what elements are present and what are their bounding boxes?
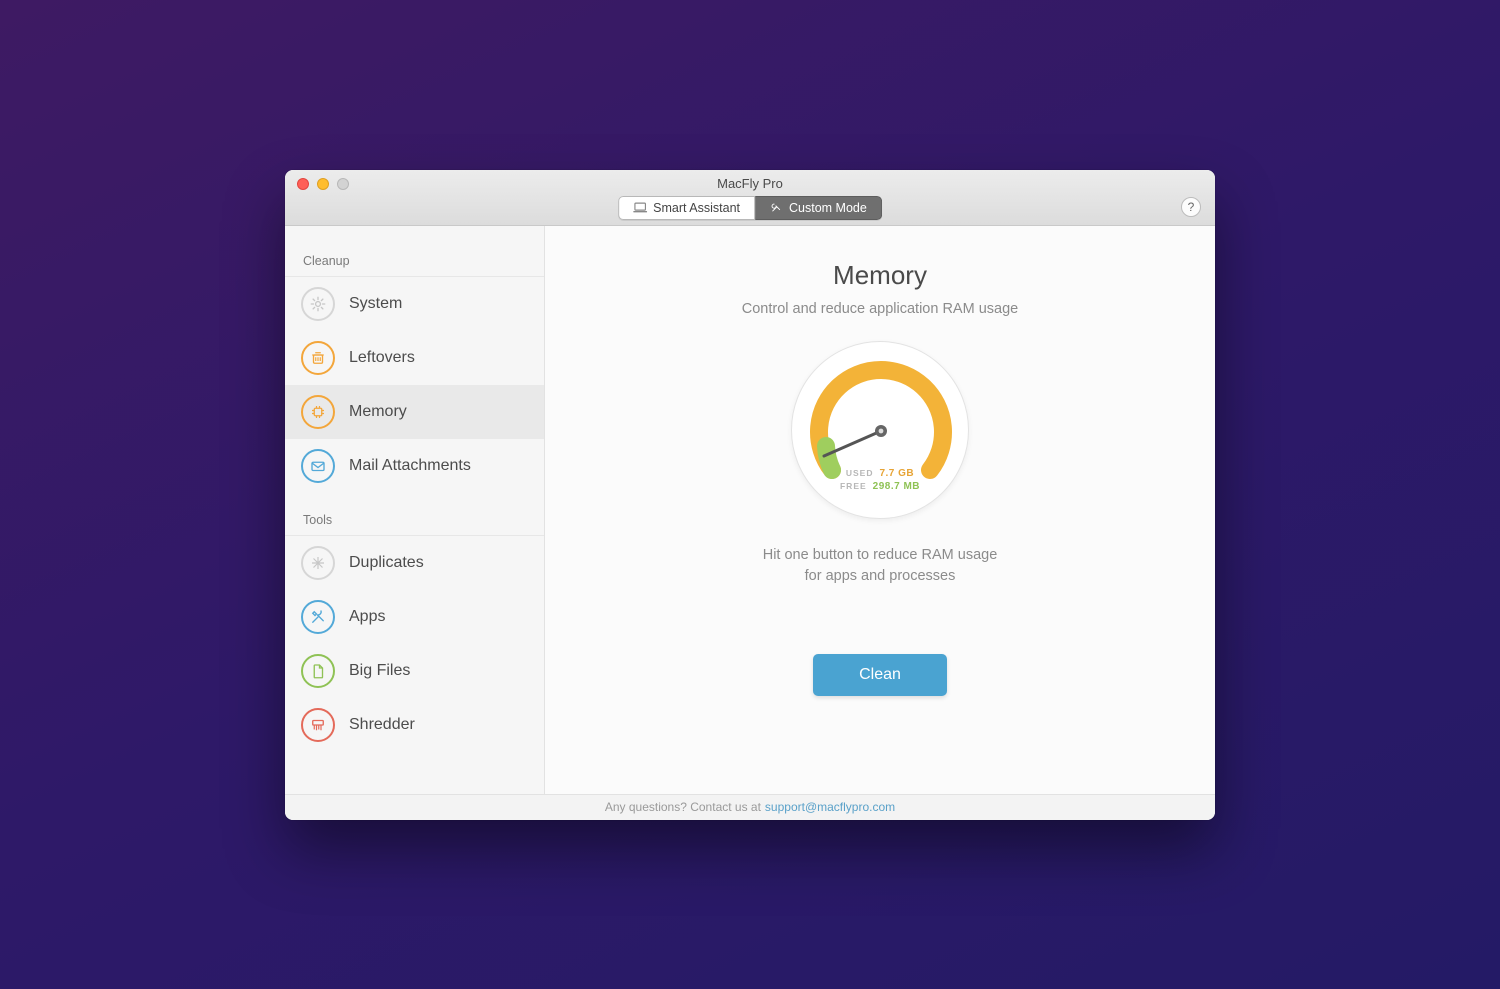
app-window: MacFly Pro Smart Assistant Custom Mode ?…	[285, 170, 1215, 820]
titlebar: MacFly Pro Smart Assistant Custom Mode ?	[285, 170, 1215, 226]
sidebar-item-label: Apps	[349, 608, 385, 626]
help-button[interactable]: ?	[1181, 197, 1201, 217]
doc-icon	[301, 654, 335, 688]
footer: Any questions? Contact us at support@mac…	[285, 794, 1215, 820]
clean-button[interactable]: Clean	[813, 654, 947, 696]
sidebar-item-memory[interactable]: Memory	[285, 385, 544, 439]
used-value: 7.7 GB	[879, 468, 914, 479]
custom-mode-tab[interactable]: Custom Mode	[755, 196, 882, 220]
sidebar-item-label: Leftovers	[349, 349, 415, 367]
sidebar-item-label: Duplicates	[349, 554, 424, 572]
custom-mode-label: Custom Mode	[789, 201, 867, 215]
instruction-line2: for apps and processes	[763, 566, 998, 588]
sidebar-item-label: Memory	[349, 403, 407, 421]
window-body: Cleanup System Leftovers Memory	[285, 226, 1215, 794]
sidebar-item-mail-attachments[interactable]: Mail Attachments	[285, 439, 544, 493]
sidebar-item-label: Shredder	[349, 716, 415, 734]
chip-icon	[301, 395, 335, 429]
tools-icon	[769, 202, 783, 213]
sidebar-item-big-files[interactable]: Big Files	[285, 644, 544, 698]
smart-assistant-tab[interactable]: Smart Assistant	[618, 196, 755, 220]
instruction-text: Hit one button to reduce RAM usage for a…	[763, 545, 998, 589]
free-label: FREE	[840, 481, 867, 492]
page-subheading: Control and reduce application RAM usage	[742, 301, 1018, 317]
trash-icon	[301, 341, 335, 375]
page-heading: Memory	[833, 260, 927, 291]
sidebar-item-label: System	[349, 295, 402, 313]
instruction-line1: Hit one button to reduce RAM usage	[763, 545, 998, 567]
sidebar-item-label: Big Files	[349, 662, 410, 680]
support-email-link[interactable]: support@macflypro.com	[765, 800, 895, 814]
laptop-icon	[633, 202, 647, 213]
gauge-arc-icon	[792, 342, 970, 520]
mode-segmented-control: Smart Assistant Custom Mode	[618, 196, 882, 220]
gear-icon	[301, 287, 335, 321]
sidebar: Cleanup System Leftovers Memory	[285, 226, 545, 794]
snow-icon	[301, 546, 335, 580]
sidebar-item-label: Mail Attachments	[349, 457, 471, 475]
shredder-icon	[301, 708, 335, 742]
tools-icon	[301, 600, 335, 634]
sidebar-item-leftovers[interactable]: Leftovers	[285, 331, 544, 385]
memory-gauge: USED 7.7 GB FREE 298.7 MB	[791, 341, 969, 519]
sidebar-group-cleanup: Cleanup	[285, 248, 544, 277]
used-label: USED	[846, 468, 874, 479]
free-value: 298.7 MB	[873, 481, 920, 492]
sidebar-item-duplicates[interactable]: Duplicates	[285, 536, 544, 590]
envelope-icon	[301, 449, 335, 483]
sidebar-item-shredder[interactable]: Shredder	[285, 698, 544, 752]
content-pane: Memory Control and reduce application RA…	[545, 226, 1215, 794]
gauge-readout: USED 7.7 GB FREE 298.7 MB	[792, 468, 968, 492]
sidebar-group-tools: Tools	[285, 507, 544, 536]
window-title: MacFly Pro	[285, 176, 1215, 191]
sidebar-item-apps[interactable]: Apps	[285, 590, 544, 644]
smart-assistant-label: Smart Assistant	[653, 201, 740, 215]
footer-text: Any questions? Contact us at	[605, 800, 761, 814]
sidebar-item-system[interactable]: System	[285, 277, 544, 331]
